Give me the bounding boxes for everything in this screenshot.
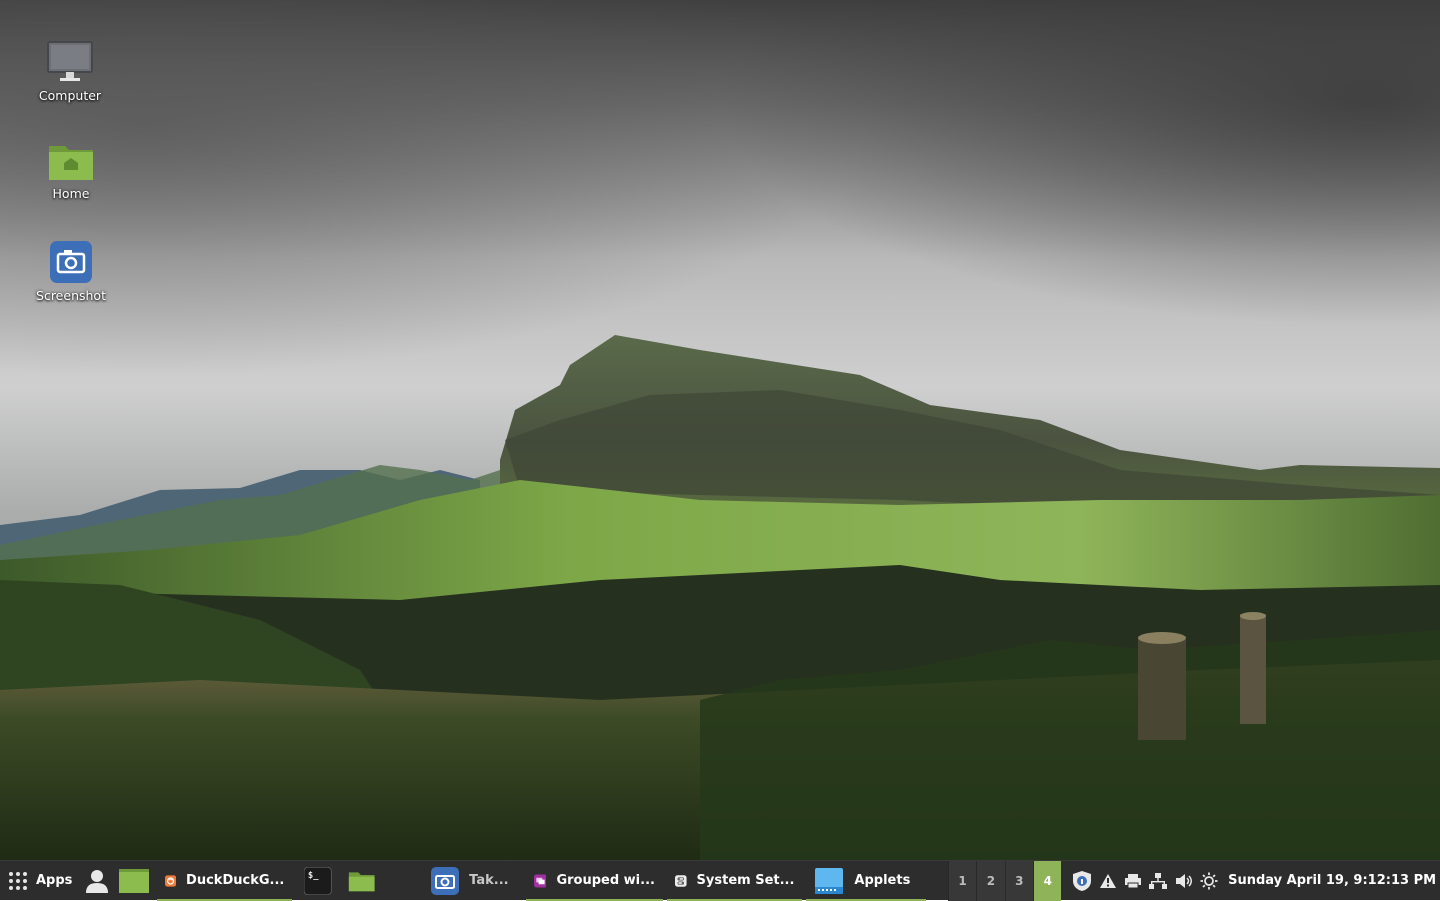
workspace-label: 3 (1015, 873, 1024, 888)
warning-icon (1099, 873, 1116, 888)
taskbar-item-folder[interactable] (340, 861, 383, 901)
apps-menu-button[interactable]: Apps (0, 861, 78, 901)
desktop-icon-label: Screenshot (36, 288, 106, 303)
taskbar-item-label: Tak... (469, 873, 509, 888)
warning-tray[interactable] (1095, 861, 1120, 901)
app-grid-icon (9, 871, 27, 890)
network-icon (1149, 872, 1168, 889)
grouped-windows-icon (533, 874, 547, 887)
taskbar-item-label: DuckDuckG... (186, 873, 285, 888)
user-icon (86, 869, 109, 893)
taskbar-item-terminal[interactable]: $_ (296, 861, 339, 901)
workspace-2[interactable]: 2 (976, 860, 1005, 901)
brightness-icon (1200, 872, 1218, 889)
settings-icon (674, 874, 687, 887)
taskbar-item-system-settings[interactable]: System Set... (666, 861, 803, 901)
taskbar-item-applets[interactable]: Applets (806, 861, 927, 901)
workspace-1[interactable]: 1 (947, 860, 977, 901)
apps-menu-label: Apps (36, 873, 73, 888)
workspace-4[interactable]: 4 (1033, 860, 1062, 901)
screenshot-icon (431, 866, 460, 895)
launcher-files[interactable] (116, 861, 153, 901)
svg-text:$_: $_ (308, 871, 319, 881)
launcher-user[interactable] (78, 861, 115, 901)
printer-tray[interactable] (1120, 861, 1145, 901)
applets-icon (815, 867, 844, 894)
taskbar-item-label: Grouped wi... (556, 873, 655, 888)
taskbar-item-screenshot[interactable]: Tak... (423, 861, 517, 901)
screenshot-icon (50, 241, 92, 283)
desktop-wallpaper (0, 0, 1440, 860)
workspace-3[interactable]: 3 (1004, 860, 1034, 901)
home-folder-icon (49, 146, 93, 180)
volume-tray[interactable] (1171, 861, 1196, 901)
printer-icon (1124, 873, 1141, 888)
desktop-icon-label: Computer (38, 88, 102, 103)
update-shield-icon (1073, 870, 1092, 891)
taskbar-item-browser[interactable]: DuckDuckG... (156, 861, 293, 901)
terminal-icon: $_ (304, 866, 332, 895)
network-tray[interactable] (1146, 861, 1171, 901)
volume-icon (1175, 873, 1192, 888)
workspace-label: 4 (1043, 873, 1052, 888)
taskbar-item-grouped-windows[interactable]: Grouped wi... (525, 861, 663, 901)
taskbar-item-label: Applets (854, 873, 911, 888)
update-manager-tray[interactable] (1069, 861, 1094, 901)
desktop-icon-label: Home (52, 186, 90, 201)
workspace-label: 2 (986, 873, 996, 888)
brightness-tray[interactable] (1197, 861, 1222, 901)
panel-clock[interactable]: Sunday April 19, 9:12:13 PM (1222, 873, 1440, 888)
workspace-label: 1 (958, 873, 967, 888)
folder-icon (348, 871, 375, 891)
desktop-icon-screenshot[interactable]: Screenshot (21, 240, 121, 303)
bottom-panel: Apps DuckDuckG... $_ Tak... Grouped wi..… (0, 860, 1440, 901)
desktop-icon-home[interactable]: Home (21, 142, 121, 201)
firefox-icon (164, 874, 177, 887)
desktop-icon-computer[interactable]: Computer (20, 40, 120, 103)
computer-icon (47, 41, 93, 81)
files-icon (119, 868, 150, 893)
taskbar-item-label: System Set... (696, 873, 795, 888)
